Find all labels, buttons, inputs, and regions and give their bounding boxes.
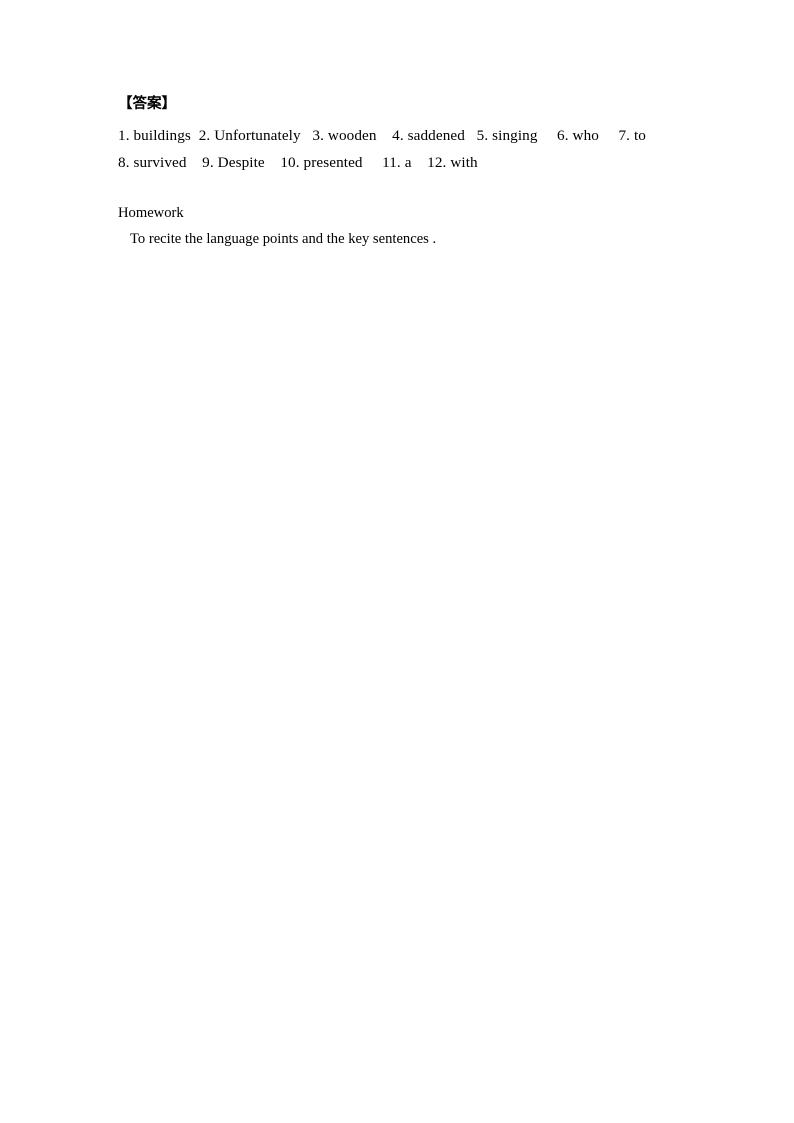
answer-line-1: 1. buildings 2. Unfortunately 3. wooden … [118,127,646,144]
document-content: 【答案】 1. buildings 2. Unfortunately 3. wo… [118,94,718,250]
answer-line-2: 8. survived 9. Despite 10. presented 11.… [118,154,478,171]
homework-body-text: To recite the language points and the ke… [130,231,437,247]
homework-heading: Homework [118,205,184,221]
document-page: 【答案】 1. buildings 2. Unfortunately 3. wo… [0,0,794,1123]
answer-key-heading: 【答案】 [118,96,176,112]
